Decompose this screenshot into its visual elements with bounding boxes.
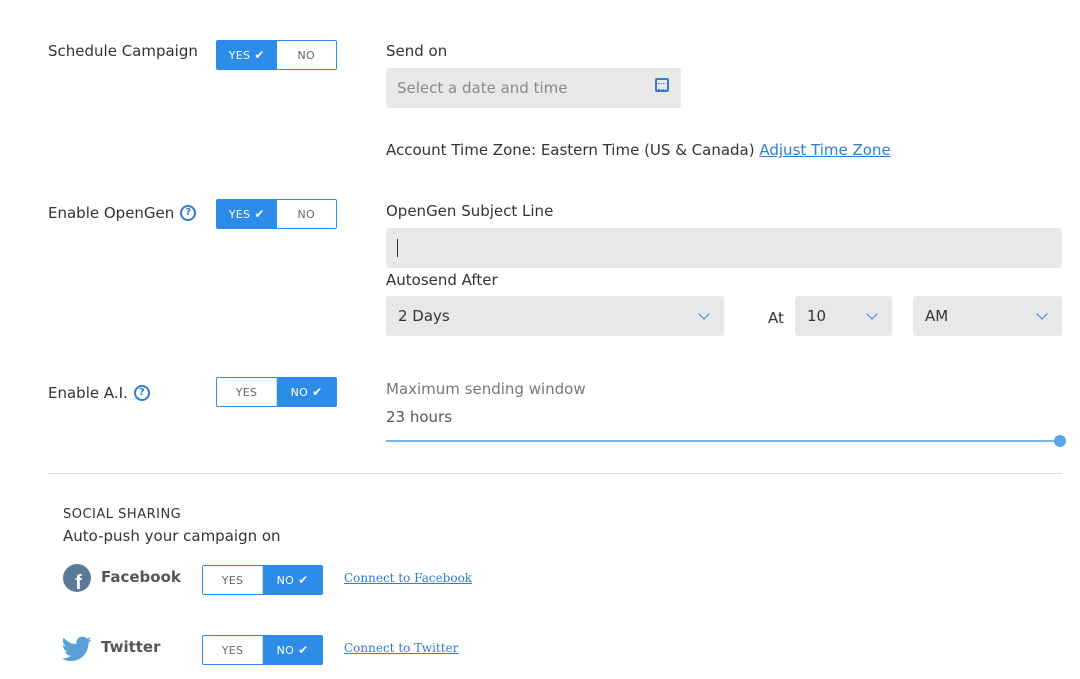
connect-twitter-link[interactable]: Connect to Twitter bbox=[344, 641, 458, 655]
opengen-subject-label: OpenGen Subject Line bbox=[386, 202, 554, 220]
autosend-after-label: Autosend After bbox=[386, 271, 498, 289]
twitter-toggle[interactable]: YES NO bbox=[202, 635, 323, 665]
ai-help-icon[interactable]: ? bbox=[133, 385, 150, 401]
schedule-yes-option[interactable]: YES bbox=[217, 41, 277, 69]
enable-opengen-label: Enable OpenGen ? bbox=[48, 204, 197, 222]
sending-window-value: 23 hours bbox=[386, 408, 453, 426]
ampm-value: AM bbox=[925, 307, 949, 325]
ai-yes-option[interactable]: YES bbox=[217, 378, 277, 406]
facebook-label: Facebook bbox=[101, 568, 181, 586]
social-sharing-subtitle: Auto-push your campaign on bbox=[63, 527, 281, 545]
twitter-icon bbox=[62, 636, 92, 661]
facebook-toggle[interactable]: YES NO bbox=[202, 565, 323, 595]
facebook-no-option[interactable]: NO bbox=[263, 566, 322, 594]
schedule-campaign-text: Schedule Campaign bbox=[48, 42, 198, 60]
timezone-text: Account Time Zone: Eastern Time (US & Ca… bbox=[386, 141, 755, 159]
schedule-no-option[interactable]: NO bbox=[276, 41, 336, 69]
sending-window-slider-track[interactable] bbox=[386, 440, 1060, 442]
ai-toggle[interactable]: YES NO bbox=[216, 377, 337, 407]
send-on-label: Send on bbox=[386, 42, 448, 60]
twitter-no-option[interactable]: NO bbox=[263, 636, 322, 664]
autosend-after-select[interactable]: 2 Days bbox=[386, 296, 724, 336]
calendar-icon[interactable] bbox=[655, 78, 669, 92]
autosend-after-value: 2 Days bbox=[398, 307, 450, 325]
adjust-timezone-link[interactable]: Adjust Time Zone bbox=[759, 141, 890, 159]
at-label: At bbox=[768, 309, 784, 327]
ampm-select[interactable]: AM bbox=[913, 296, 1062, 336]
date-placeholder: Select a date and time bbox=[397, 79, 568, 97]
sending-window-slider-thumb[interactable] bbox=[1054, 435, 1066, 447]
enable-ai-text: Enable A.I. bbox=[48, 384, 128, 402]
schedule-campaign-toggle[interactable]: YES NO bbox=[216, 40, 337, 70]
opengen-yes-option[interactable]: YES bbox=[217, 200, 277, 228]
enable-ai-label: Enable A.I. ? bbox=[48, 384, 150, 402]
connect-facebook-link[interactable]: Connect to Facebook bbox=[344, 571, 472, 585]
twitter-label: Twitter bbox=[101, 638, 161, 656]
send-on-date-input[interactable]: Select a date and time bbox=[386, 68, 681, 108]
social-sharing-title: SOCIAL SHARING bbox=[63, 507, 182, 522]
chevron-down-icon bbox=[866, 308, 878, 320]
opengen-toggle[interactable]: YES NO bbox=[216, 199, 337, 229]
schedule-campaign-label: Schedule Campaign bbox=[48, 42, 198, 60]
facebook-yes-option[interactable]: YES bbox=[203, 566, 263, 594]
hour-select[interactable]: 10 bbox=[795, 296, 892, 336]
chevron-down-icon bbox=[698, 308, 710, 320]
ai-no-option[interactable]: NO bbox=[277, 378, 336, 406]
max-sending-window-label: Maximum sending window bbox=[386, 380, 586, 398]
enable-opengen-text: Enable OpenGen bbox=[48, 204, 175, 222]
opengen-subject-input[interactable] bbox=[386, 228, 1062, 268]
text-cursor bbox=[397, 239, 398, 257]
section-divider bbox=[47, 473, 1062, 474]
opengen-no-option[interactable]: NO bbox=[276, 200, 336, 228]
facebook-icon: f bbox=[63, 564, 91, 592]
hour-value: 10 bbox=[807, 307, 827, 325]
chevron-down-icon bbox=[1036, 308, 1048, 320]
timezone-line: Account Time Zone: Eastern Time (US & Ca… bbox=[386, 141, 891, 159]
opengen-help-icon[interactable]: ? bbox=[180, 205, 197, 221]
twitter-yes-option[interactable]: YES bbox=[203, 636, 263, 664]
campaign-settings-panel: Schedule Campaign YES NO Send on Select … bbox=[0, 0, 1080, 679]
